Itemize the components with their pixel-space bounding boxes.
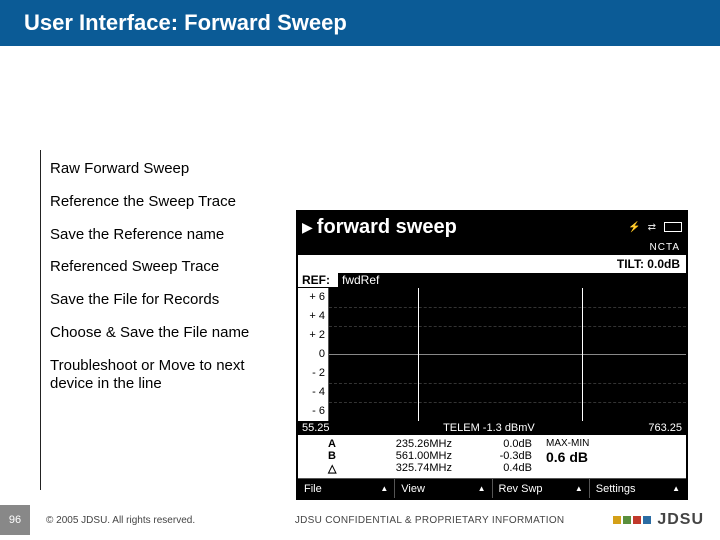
y-tick: - 2 xyxy=(298,364,325,383)
marker-delta: -0.3dB xyxy=(462,450,532,462)
device-header: ▶ forward sweep ⚡ ⇄ xyxy=(298,212,686,242)
page-number: 96 xyxy=(0,505,30,535)
marker-label: △ xyxy=(328,462,352,475)
steps-list: Raw Forward Sweep Reference the Sweep Tr… xyxy=(50,160,280,408)
softkey-bar: File▲ View▲ Rev Swp▲ Settings▲ xyxy=(298,478,686,498)
step-item: Troubleshoot or Move to next device in t… xyxy=(50,357,280,395)
plot-area: + 6 + 4 + 2 0 - 2 - 4 - 6 xyxy=(298,287,686,421)
chevron-up-icon: ▲ xyxy=(575,484,583,493)
jdsu-logo: JDSU xyxy=(613,511,720,529)
ref-value: fwdRef xyxy=(338,273,686,287)
telem-readout: TELEM -1.3 dBmV xyxy=(330,422,649,434)
marker-label: B xyxy=(328,450,352,462)
softkey-view[interactable]: View▲ xyxy=(395,479,492,498)
gridline xyxy=(329,307,686,308)
gridline xyxy=(329,402,686,403)
y-tick: 0 xyxy=(298,345,325,364)
ref-label: REF: xyxy=(298,273,338,287)
step-item: Reference the Sweep Trace xyxy=(50,193,280,212)
y-tick: + 6 xyxy=(298,288,325,307)
gridline xyxy=(329,383,686,384)
slide-footer: 96 © 2005 JDSU. All rights reserved. JDS… xyxy=(0,500,720,540)
x-min: 55.25 xyxy=(302,422,330,434)
logo-text: JDSU xyxy=(657,511,704,529)
sweep-plot xyxy=(328,288,686,421)
marker-a-line xyxy=(418,288,419,421)
ncta-label: NCTA xyxy=(298,242,686,255)
marker-delta: 0.4dB xyxy=(462,462,532,474)
maxmin-label: MAX-MIN xyxy=(546,438,682,449)
slide-title: User Interface: Forward Sweep xyxy=(0,0,720,46)
y-tick: + 2 xyxy=(298,326,325,345)
y-tick: - 4 xyxy=(298,383,325,402)
logo-square-icon xyxy=(633,516,641,524)
vertical-rule xyxy=(40,150,41,490)
logo-square-icon xyxy=(623,516,631,524)
step-item: Save the Reference name xyxy=(50,226,280,245)
step-item: Save the File for Records xyxy=(50,291,280,310)
copyright: © 2005 JDSU. All rights reserved. xyxy=(46,515,246,526)
marker-delta: 0.0dB xyxy=(462,438,532,450)
marker-freq: 325.74MHz xyxy=(352,462,452,474)
chevron-up-icon: ▲ xyxy=(672,484,680,493)
marker-freq: 561.00MHz xyxy=(352,450,452,462)
step-item: Raw Forward Sweep xyxy=(50,160,280,179)
gridline xyxy=(329,326,686,327)
tilt-readout: TILT: 0.0dB xyxy=(298,255,686,273)
content-area: Raw Forward Sweep Reference the Sweep Tr… xyxy=(0,60,720,500)
maxmin-value: 0.6 dB xyxy=(546,449,682,465)
status-icons: ⚡ ⇄ xyxy=(628,222,664,233)
softkey-revswp[interactable]: Rev Swp▲ xyxy=(493,479,590,498)
marker-b-line xyxy=(582,288,583,421)
step-item: Choose & Save the File name xyxy=(50,324,280,343)
y-tick: - 6 xyxy=(298,402,325,421)
step-item: Referenced Sweep Trace xyxy=(50,258,280,277)
chevron-up-icon: ▲ xyxy=(380,484,388,493)
zero-line xyxy=(329,354,686,355)
device-title: forward sweep xyxy=(317,216,629,239)
softkey-file[interactable]: File▲ xyxy=(298,479,395,498)
logo-square-icon xyxy=(613,516,621,524)
reference-row: REF: fwdRef xyxy=(298,273,686,287)
softkey-settings[interactable]: Settings▲ xyxy=(590,479,686,498)
device-screenshot: ▶ forward sweep ⚡ ⇄ NCTA TILT: 0.0dB REF… xyxy=(296,210,688,500)
chevron-up-icon: ▲ xyxy=(478,484,486,493)
y-tick: + 4 xyxy=(298,307,325,326)
play-icon: ▶ xyxy=(298,219,317,236)
y-axis: + 6 + 4 + 2 0 - 2 - 4 - 6 xyxy=(298,288,328,421)
marker-freq: 235.26MHz xyxy=(352,438,452,450)
x-axis: 55.25 TELEM -1.3 dBmV 763.25 xyxy=(298,421,686,435)
marker-table: A B △ 235.26MHz 561.00MHz 325.74MHz 0.0d… xyxy=(298,435,686,478)
x-max: 763.25 xyxy=(648,422,682,434)
battery-icon xyxy=(664,222,682,232)
logo-square-icon xyxy=(643,516,651,524)
marker-label: A xyxy=(328,438,352,450)
confidential-notice: JDSU CONFIDENTIAL & PROPRIETARY INFORMAT… xyxy=(246,515,613,526)
